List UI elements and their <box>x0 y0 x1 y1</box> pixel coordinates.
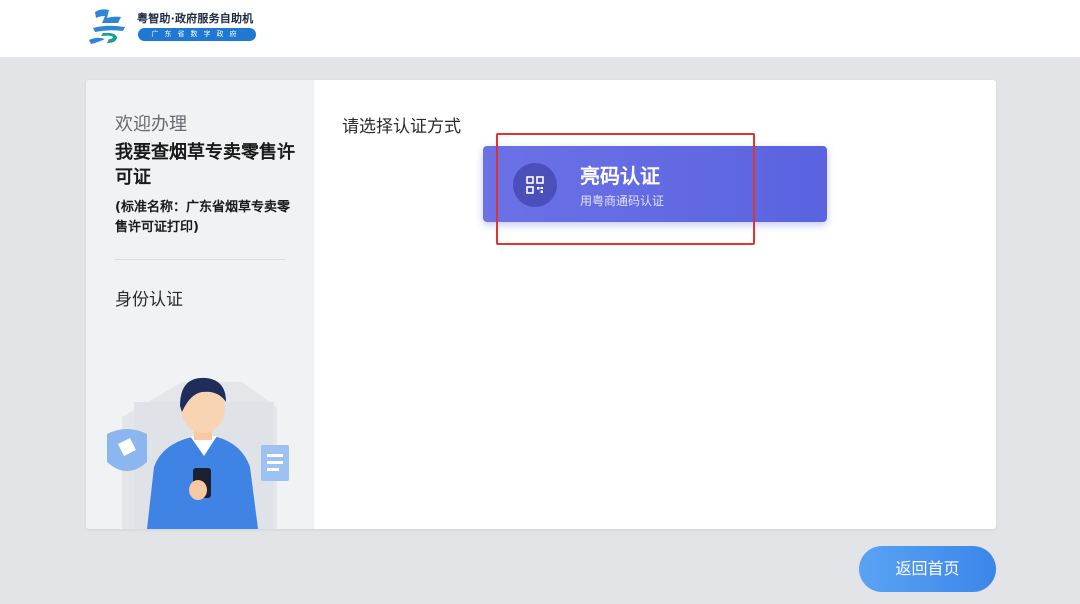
qr-code-icon <box>526 176 544 194</box>
step-label: 身份认证 <box>115 290 183 310</box>
standard-name: (标准名称：广东省烟草专卖零售许可证打印) <box>115 200 290 235</box>
brand-title: 粤智助·政府服务自助机 <box>137 12 254 25</box>
qr-auth-button[interactable]: 亮码认证 用粤商通码认证 <box>483 146 827 222</box>
service-title: 我要查烟草专卖零售许可证 <box>115 142 295 188</box>
yue-logo-icon <box>89 9 125 44</box>
sidebar-divider <box>115 259 286 260</box>
top-bar: 粤智助·政府服务自助机 广东省数字政府 <box>0 0 1080 57</box>
welcome-text: 欢迎办理 <box>115 114 187 135</box>
main-card: 欢迎办理 我要查烟草专卖零售许可证 (标准名称：广东省烟草专卖零售许可证打印) … <box>86 80 996 529</box>
main-title: 请选择认证方式 <box>342 117 461 137</box>
qr-icon-badge <box>513 163 557 207</box>
qr-auth-subtitle: 用粤商通码认证 <box>580 194 665 208</box>
return-home-button[interactable]: 返回首页 <box>859 546 996 592</box>
qr-auth-title: 亮码认证 <box>580 164 660 188</box>
person-with-phone-illustration <box>107 377 289 529</box>
sidebar: 欢迎办理 我要查烟草专卖零售许可证 (标准名称：广东省烟草专卖零售许可证打印) … <box>86 80 314 529</box>
brand-subtitle: 广东省数字政府 <box>138 28 256 41</box>
